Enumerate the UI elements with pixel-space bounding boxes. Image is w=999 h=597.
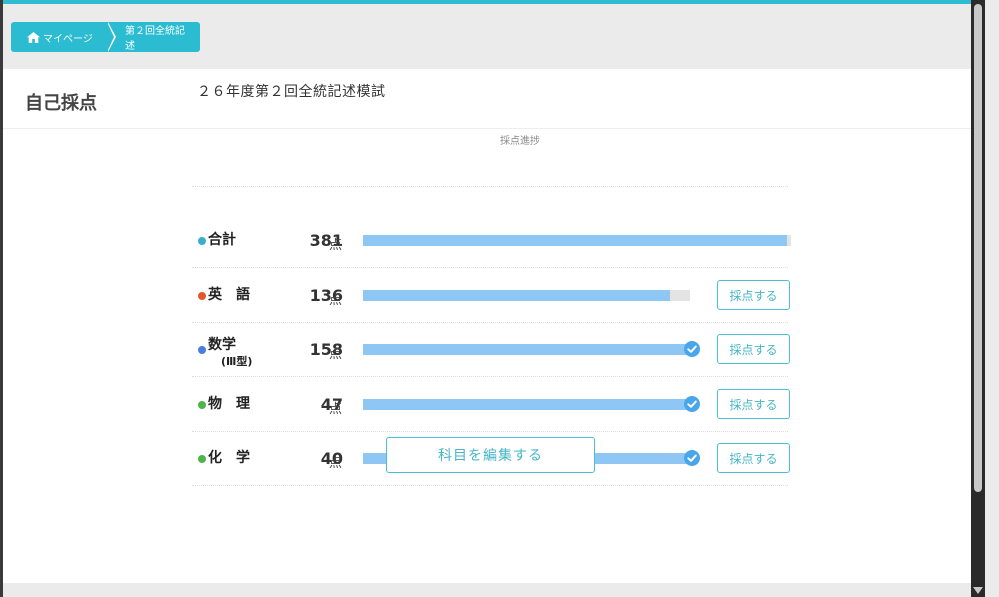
progress-bar-fill (363, 290, 670, 301)
breadcrumb-current-label: 第２回全統記述 (125, 26, 185, 52)
progress-bar-fill (363, 235, 787, 246)
check-circle-icon (684, 450, 700, 466)
progress-bar (363, 290, 690, 301)
breadcrumb: マイページ 第２回全統記述 (11, 22, 200, 52)
check-circle-icon (684, 396, 700, 412)
subject-name: 合計 (208, 232, 236, 248)
subject-row: 英 語 136 点採点する (195, 268, 791, 322)
subject-row: 合計 381 点 (195, 213, 791, 267)
progress-bar-fill (363, 344, 690, 355)
check-circle-icon (684, 341, 700, 357)
subject-dot (198, 292, 206, 300)
divider (192, 186, 788, 187)
progress-bar-fill (363, 399, 690, 410)
subject-name: 化 学 (208, 450, 250, 466)
divider (192, 485, 788, 486)
subject-name: 英 語 (208, 287, 250, 303)
scrollbar-thumb[interactable] (974, 4, 982, 492)
subject-subname: (Ⅲ型) (221, 355, 253, 368)
subject-row: 物 理 47 点採点する (195, 377, 791, 431)
subject-name: 物 理 (208, 396, 250, 412)
grade-button[interactable]: 採点する (717, 443, 790, 473)
score-unit: 点 (329, 402, 343, 417)
grade-button[interactable]: 採点する (717, 334, 790, 364)
score-unit: 点 (329, 293, 343, 308)
scrollbar[interactable] (971, 0, 985, 597)
progress-bar (363, 344, 690, 355)
edit-subjects-button[interactable]: 科目を編集する (386, 437, 595, 473)
subject-dot (198, 401, 206, 409)
scroll-down-arrow-icon[interactable] (973, 587, 983, 594)
score-unit: 点 (329, 347, 343, 362)
page: マイページ 第２回全統記述 自己採点 ２６年度第２回全統記述模試 採点進捗 合計… (0, 0, 985, 597)
breadcrumb-home-label: マイページ (43, 33, 93, 45)
score-unit: 点 (329, 456, 343, 471)
subject-dot (198, 455, 206, 463)
exam-title: ２６年度第２回全統記述模試 (197, 84, 386, 100)
progress-bar (363, 399, 690, 410)
breadcrumb-home[interactable]: マイページ (11, 22, 116, 52)
grade-button[interactable]: 採点する (717, 280, 790, 310)
subject-dot (198, 237, 206, 245)
home-icon (27, 31, 40, 43)
divider (3, 128, 985, 129)
page-title: 自己採点 (25, 93, 97, 114)
subject-row: 数学 (Ⅲ型) 158 点採点する (195, 322, 791, 376)
subject-dot (198, 346, 206, 354)
subject-name: 数学 (208, 337, 236, 353)
progress-bar (363, 235, 791, 246)
progress-header: 採点進捗 (500, 136, 540, 147)
breadcrumb-current: 第２回全統記述 (107, 22, 200, 52)
grade-button[interactable]: 採点する (717, 389, 790, 419)
top-accent-line (0, 0, 985, 4)
score-unit: 点 (329, 238, 343, 253)
